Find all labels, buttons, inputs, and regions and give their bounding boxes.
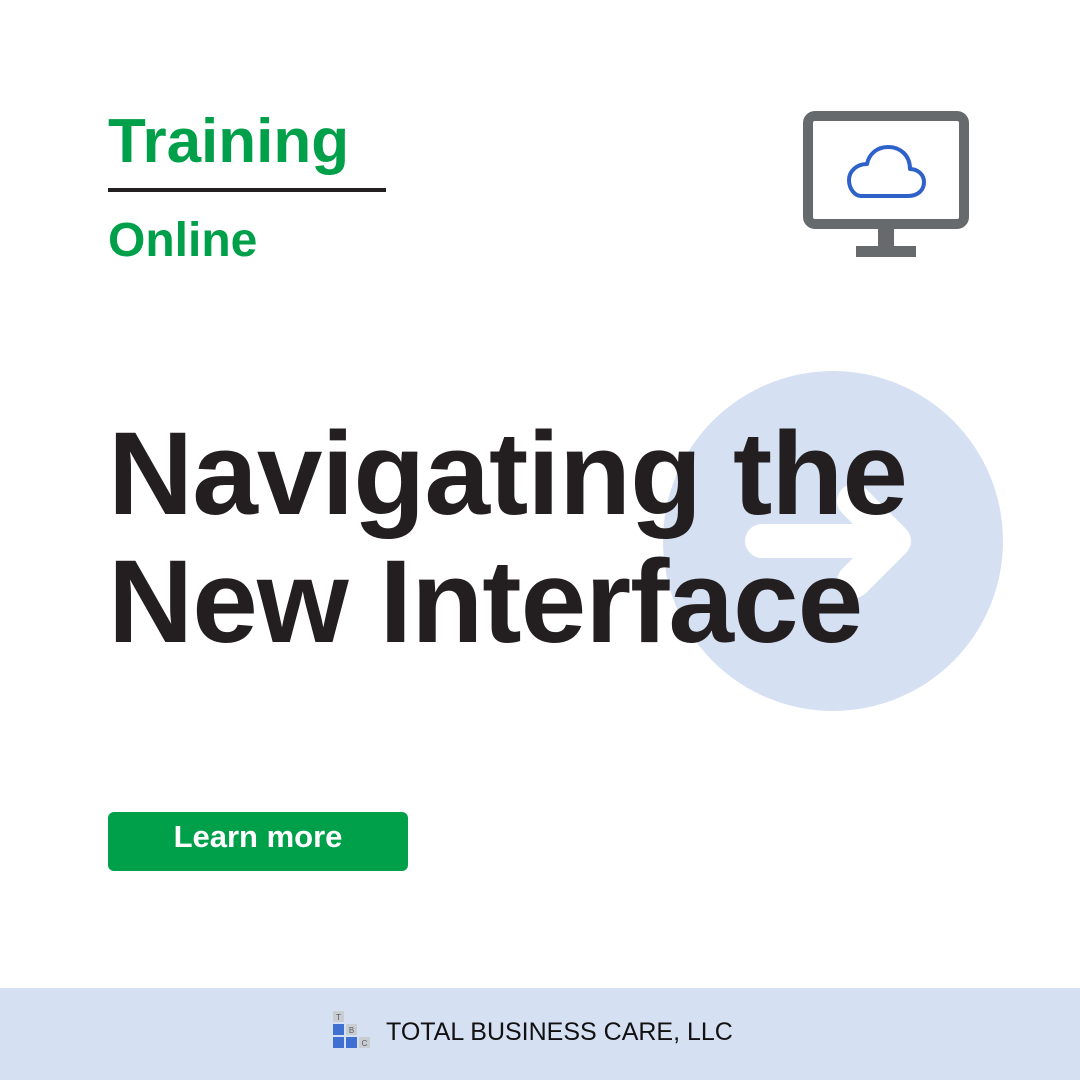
- page-title: Navigating the New Interface: [108, 410, 1008, 666]
- title-line-2: New Interface: [108, 536, 863, 668]
- logo-letter-t: T: [336, 1013, 341, 1022]
- category-label: Training: [108, 107, 350, 176]
- logo-letter-b: B: [349, 1026, 354, 1035]
- learn-more-button[interactable]: Learn more: [108, 812, 408, 871]
- logo-letter-c: C: [362, 1039, 368, 1048]
- company-name: TOTAL BUSINESS CARE, LLC: [386, 1018, 733, 1046]
- footer-bar: T B C TOTAL BUSINESS CARE, LLC: [0, 988, 1080, 1080]
- computer-monitor-icon: [803, 111, 969, 257]
- cloud-icon: [847, 145, 926, 198]
- category-divider: [108, 188, 386, 192]
- tbc-blocks-logo-icon: T B C: [333, 1011, 370, 1048]
- format-label: Online: [108, 214, 258, 267]
- title-line-1: Navigating the: [108, 408, 908, 540]
- training-promo-card: Training Online Navigating the New Inter…: [0, 0, 1080, 1080]
